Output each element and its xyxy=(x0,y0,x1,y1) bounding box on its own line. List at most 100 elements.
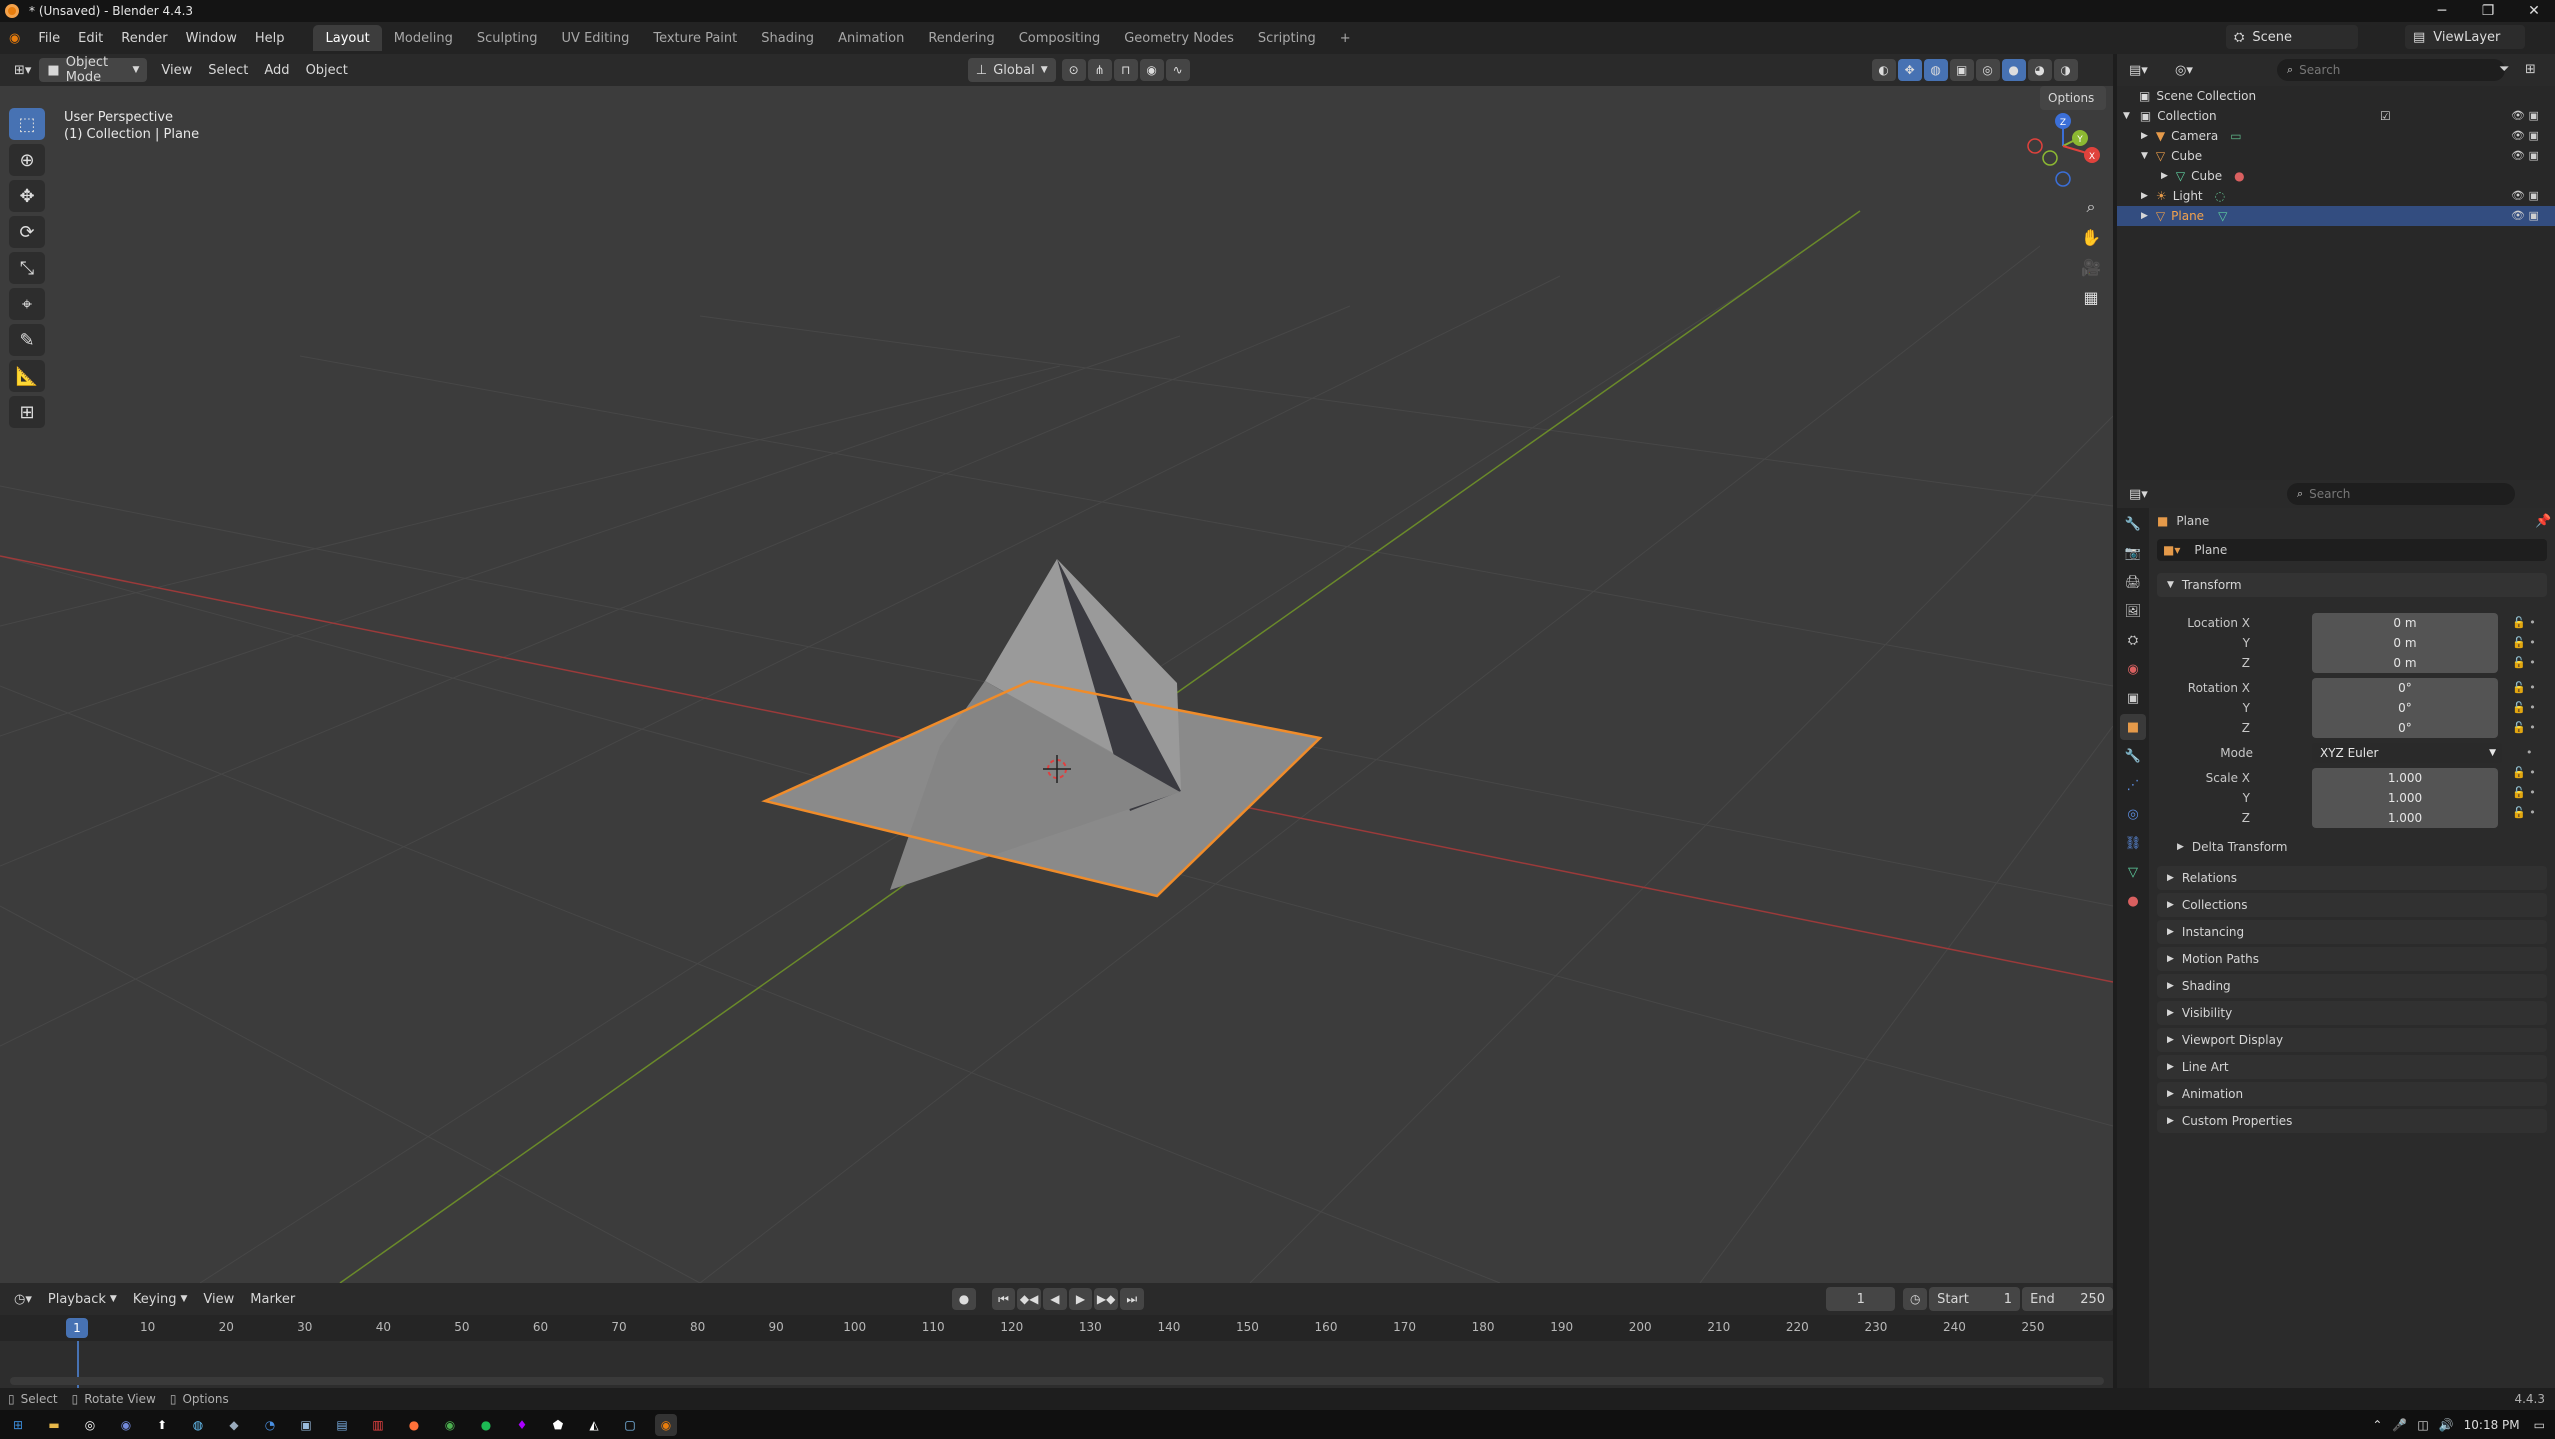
rotation-z-field[interactable]: 0° xyxy=(2312,718,2498,738)
app-icon[interactable]: ⬆ xyxy=(151,1414,173,1436)
play-icon[interactable]: ▶ xyxy=(1068,1288,1093,1310)
tab-rendering[interactable]: Rendering xyxy=(916,25,1006,51)
material-tab-icon[interactable]: ● xyxy=(2120,888,2146,914)
measure-tool-icon[interactable]: 📐 xyxy=(9,360,45,392)
visibility-panel[interactable]: ▶ Visibility xyxy=(2157,1001,2547,1025)
lock-icon[interactable]: 🔓 • xyxy=(2512,698,2536,718)
navigation-gizmo[interactable]: Z Y X xyxy=(2027,113,2100,187)
physics-tab-icon[interactable]: ◎ xyxy=(2120,801,2146,827)
editor-type-icon[interactable]: ⊞▾ xyxy=(6,58,39,82)
motion-paths-panel[interactable]: ▶ Motion Paths xyxy=(2157,947,2547,971)
rotate-tool-icon[interactable]: ⟳ xyxy=(9,216,45,248)
maximize-button[interactable]: ❐ xyxy=(2465,0,2511,22)
tab-sculpting[interactable]: Sculpting xyxy=(465,25,550,51)
menu-view[interactable]: View xyxy=(153,58,200,82)
menu-timeline-view[interactable]: View xyxy=(195,1287,242,1311)
lock-icon[interactable]: 🔓 • xyxy=(2512,633,2536,653)
xray-icon[interactable]: ▣ xyxy=(1949,59,1974,81)
auto-keying-icon[interactable]: ● xyxy=(952,1288,976,1310)
jump-keyframe-back-icon[interactable]: ◆◀ xyxy=(1017,1288,1041,1310)
tool-tab-icon[interactable]: 🔧 xyxy=(2120,511,2146,537)
mode-selector[interactable]: ■ Object Mode ▼ xyxy=(39,55,148,85)
proportional-edit-icon[interactable]: ◉ xyxy=(1139,59,1164,81)
cursor-tool-icon[interactable]: ⊕ xyxy=(9,144,45,176)
move-tool-icon[interactable]: ✥ xyxy=(9,180,45,212)
output-tab-icon[interactable]: 🖨 xyxy=(2120,569,2146,595)
scale-tool-icon[interactable]: ⤡ xyxy=(9,252,45,284)
play-reverse-icon[interactable]: ◀ xyxy=(1042,1288,1067,1310)
view-layer-tab-icon[interactable]: 🖼 xyxy=(2120,598,2146,624)
render-tab-icon[interactable]: 📷 xyxy=(2120,540,2146,566)
outliner-editor-type-icon[interactable]: ▤▾ xyxy=(2121,58,2156,82)
eye-icon[interactable]: 👁 ▣ xyxy=(2511,186,2551,206)
lock-icon[interactable]: 🔓 • xyxy=(2512,803,2536,823)
start-frame-field[interactable]: Start 1 xyxy=(1929,1287,2021,1311)
discord-icon[interactable]: ◉ xyxy=(115,1414,137,1436)
annotate-tool-icon[interactable]: ✎ xyxy=(9,324,45,356)
location-x-field[interactable]: 0 m xyxy=(2312,613,2498,633)
steam-icon[interactable]: ◍ xyxy=(187,1414,209,1436)
outliner-row-collection[interactable]: ▼ ▣ Collection ☑ xyxy=(2117,106,2555,126)
properties-search[interactable]: ⌕ Search xyxy=(2287,483,2515,505)
display-mode-icon[interactable]: ◎▾ xyxy=(2167,58,2201,82)
tab-shading[interactable]: Shading xyxy=(749,25,826,51)
view-layer-selector[interactable]: ▤ ViewLayer xyxy=(2405,25,2525,49)
options-button[interactable]: Options xyxy=(2040,86,2106,110)
shading-rendered-icon[interactable]: ◑ xyxy=(2053,59,2078,81)
outliner-row-light[interactable]: ▶ ☀ Light ◌ xyxy=(2117,186,2555,206)
lock-icon[interactable]: 🔓 • xyxy=(2512,783,2536,803)
checkbox-icon[interactable]: ☑ xyxy=(2380,109,2391,123)
snap-icon[interactable]: ⋔ xyxy=(1087,59,1112,81)
world-tab-icon[interactable]: ◉ xyxy=(2120,656,2146,682)
eye-icon[interactable]: 👁 ▣ xyxy=(2511,126,2551,146)
delta-transform-subpanel[interactable]: ▶ Delta Transform xyxy=(2177,840,2287,854)
app-icon[interactable]: ▢ xyxy=(619,1414,641,1436)
rotation-mode-dropdown[interactable]: XYZ Euler ▼ xyxy=(2312,743,2502,763)
scene-selector[interactable]: ⛭ Scene xyxy=(2226,25,2358,49)
app-icon[interactable]: ◭ xyxy=(583,1414,605,1436)
jump-end-icon[interactable]: ⏭ xyxy=(1120,1288,1144,1310)
constraints-tab-icon[interactable]: ⛓ xyxy=(2120,830,2146,856)
end-frame-field[interactable]: End 250 xyxy=(2022,1287,2114,1311)
app-icon[interactable]: ◔ xyxy=(259,1414,281,1436)
menu-select[interactable]: Select xyxy=(200,58,256,82)
data-tab-icon[interactable]: ▽ xyxy=(2120,859,2146,885)
viewport-display-panel[interactable]: ▶ Viewport Display xyxy=(2157,1028,2547,1052)
location-z-field[interactable]: 0 m xyxy=(2312,653,2498,673)
transform-tool-icon[interactable]: ⌖ xyxy=(9,288,45,320)
custom-properties-panel[interactable]: ▶ Custom Properties xyxy=(2157,1109,2547,1133)
lock-icon[interactable]: 🔓 • xyxy=(2512,653,2536,673)
app-icon[interactable]: ▥ xyxy=(367,1414,389,1436)
chrome-icon[interactable]: ◉ xyxy=(439,1414,461,1436)
tab-animation[interactable]: Animation xyxy=(826,25,916,51)
menu-edit[interactable]: Edit xyxy=(69,22,112,54)
app-icon[interactable]: ♦ xyxy=(511,1414,533,1436)
blender-menu-icon[interactable]: ◉ xyxy=(0,22,29,54)
particles-tab-icon[interactable]: ⋰ xyxy=(2120,772,2146,798)
tab-texture-paint[interactable]: Texture Paint xyxy=(641,25,749,51)
collection-tab-icon[interactable]: ▣ xyxy=(2120,685,2146,711)
app-icon[interactable]: ▤ xyxy=(331,1414,353,1436)
animation-panel[interactable]: ▶ Animation xyxy=(2157,1082,2547,1106)
rotation-y-field[interactable]: 0° xyxy=(2312,698,2498,718)
camera-view-icon[interactable]: 🎥 xyxy=(2076,252,2106,282)
shading-material-icon[interactable]: ◕ xyxy=(2027,59,2052,81)
file-explorer-icon[interactable]: ▬ xyxy=(43,1414,65,1436)
scale-z-field[interactable]: 1.000 xyxy=(2312,808,2498,828)
object-datablock-field[interactable]: ■▾ Plane xyxy=(2157,539,2547,561)
firefox-icon[interactable]: ● xyxy=(403,1414,425,1436)
tab-scripting[interactable]: Scripting xyxy=(1246,25,1328,51)
current-frame-field[interactable]: 1 xyxy=(1826,1287,1896,1311)
pin-icon[interactable]: 📌 xyxy=(2535,514,2551,529)
add-cube-tool-icon[interactable]: ⊞ xyxy=(9,396,45,428)
tab-uv-editing[interactable]: UV Editing xyxy=(550,25,642,51)
shading-panel[interactable]: ▶ Shading xyxy=(2157,974,2547,998)
outliner-row-cube[interactable]: ▼ ▽ Cube xyxy=(2117,146,2555,166)
blender-taskbar-icon[interactable]: ◉ xyxy=(655,1413,677,1436)
volume-icon[interactable]: 🔊 xyxy=(2439,1418,2454,1432)
visibility-icon[interactable]: ◐ xyxy=(1871,59,1896,81)
lock-icon[interactable]: 🔓 • xyxy=(2512,613,2536,633)
tab-modeling[interactable]: Modeling xyxy=(382,25,465,51)
jump-keyframe-forward-icon[interactable]: ▶◆ xyxy=(1094,1288,1118,1310)
outliner-row-cube-mesh[interactable]: ▶ ▽ Cube ● xyxy=(2117,166,2555,186)
